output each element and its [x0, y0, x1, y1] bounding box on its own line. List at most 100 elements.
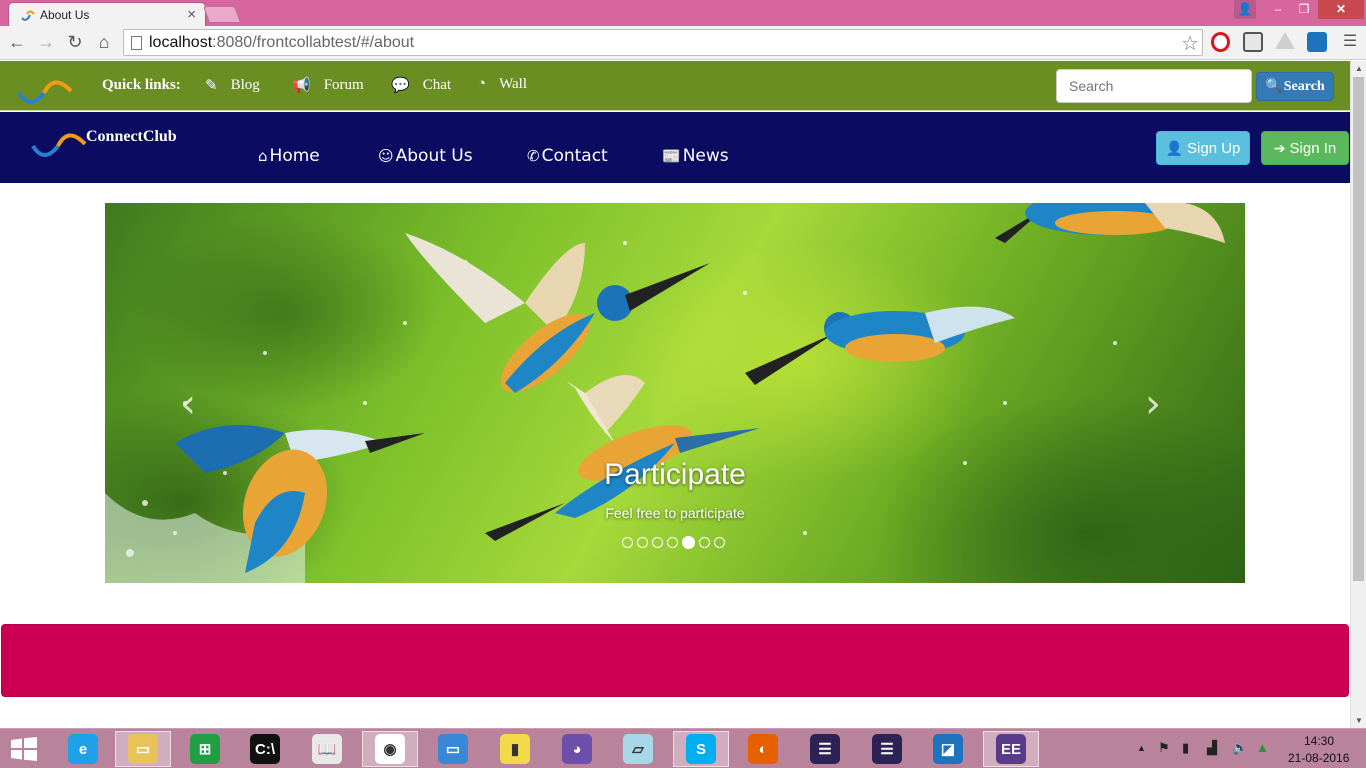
- taskbar-app-github[interactable]: ◕: [549, 731, 605, 767]
- carousel-indicator-dot[interactable]: [652, 537, 663, 548]
- taskbar-app-store[interactable]: ⊞: [177, 731, 233, 767]
- nav-home[interactable]: ⌂ Home: [258, 146, 320, 166]
- taskbar-app-dev-tool[interactable]: ◪: [920, 731, 976, 767]
- carousel-caption-title: Participate: [604, 458, 746, 491]
- tray-expand-icon[interactable]: ▲: [1137, 743, 1146, 753]
- quick-link-chat[interactable]: 💬 Chat: [391, 76, 451, 95]
- quick-link-blog[interactable]: ✎ Blog: [205, 76, 260, 95]
- maximize-icon[interactable]: ❐: [1291, 0, 1317, 19]
- site-favicon-icon: [21, 10, 35, 21]
- network-icon[interactable]: ▟: [1207, 740, 1217, 756]
- quick-link-forum[interactable]: 📢 Forum: [292, 76, 364, 95]
- drive-icon[interactable]: [1275, 32, 1295, 49]
- close-window-icon[interactable]: ✕: [1318, 0, 1364, 19]
- carousel-indicator-dot[interactable]: [637, 537, 648, 548]
- nav-about-us[interactable]: ☺ About Us: [378, 146, 473, 166]
- scrollbar-thumb[interactable]: [1353, 77, 1364, 581]
- new-tab-button[interactable]: [202, 6, 242, 23]
- sign-up-button[interactable]: 👤 Sign Up: [1156, 131, 1250, 165]
- quick-link-label: Forum: [323, 77, 364, 93]
- browser-tab-about-us[interactable]: About Us ×: [8, 2, 206, 28]
- newspaper-icon: 📰: [662, 147, 681, 165]
- brand-name: ConnectClub: [86, 128, 177, 145]
- carousel-indicator-dot[interactable]: [667, 537, 678, 548]
- taskbar-app-command-prompt[interactable]: C:\: [237, 731, 293, 767]
- forward-icon[interactable]: →: [35, 31, 57, 53]
- quick-link-label: Blog: [230, 77, 260, 93]
- sign-in-button[interactable]: ➔ Sign In: [1261, 131, 1349, 165]
- taskbar-app-firefox[interactable]: ◐: [735, 731, 791, 767]
- file-explorer-icon: ▭: [128, 734, 158, 764]
- scroll-down-icon[interactable]: ▼: [1355, 716, 1363, 725]
- quick-links-label: Quick links:: [102, 77, 181, 93]
- url-path: :8080/frontcollabtest/#/about: [212, 34, 415, 51]
- reload-icon[interactable]: ↻: [64, 31, 86, 53]
- carousel-prev-icon[interactable]: ‹: [180, 381, 196, 427]
- profile-icon[interactable]: 👤: [1234, 0, 1256, 19]
- nav-link-label: News: [682, 146, 729, 166]
- url-text[interactable]: localhost:8080/frontcollabtest/#/about: [149, 34, 414, 52]
- google-drive-icon[interactable]: ▲: [1256, 740, 1269, 755]
- taskbar-app-sql-db[interactable]: ▮: [487, 731, 543, 767]
- sign-in-label: Sign In: [1289, 139, 1337, 157]
- minimize-icon[interactable]: –: [1265, 0, 1291, 19]
- taskbar-app-eclipse[interactable]: ☰: [797, 731, 853, 767]
- volume-icon[interactable]: 🔈: [1232, 740, 1248, 756]
- taskbar-app-remote-desktop[interactable]: ▭: [425, 731, 481, 767]
- carousel-caption-text: Feel free to participate: [605, 505, 745, 521]
- menu-icon[interactable]: ☰: [1339, 31, 1361, 53]
- internet-explorer-icon: e: [68, 734, 98, 764]
- taskbar-app-eclipse-2[interactable]: ☰: [859, 731, 915, 767]
- nav-news[interactable]: 📰 News: [662, 146, 729, 166]
- brand-link[interactable]: ConnectClub: [30, 124, 177, 160]
- taskbar-app-file-explorer[interactable]: ▭: [115, 731, 171, 767]
- taskbar-app-java-ee-ide[interactable]: EE: [983, 731, 1039, 767]
- windows-start-icon[interactable]: [10, 737, 38, 761]
- carousel-indicator-dot[interactable]: [714, 537, 725, 548]
- clock-time[interactable]: 14:30: [1304, 734, 1334, 748]
- java-ee-ide-icon: EE: [996, 734, 1026, 764]
- search-button[interactable]: 🔍 Search: [1256, 72, 1334, 101]
- opera-icon[interactable]: [1211, 32, 1230, 52]
- github-icon: ◕: [562, 734, 592, 764]
- carousel-next-icon[interactable]: ›: [1145, 381, 1161, 427]
- quick-link-label: Chat: [422, 77, 452, 93]
- nav-contact[interactable]: ✆ Contact: [527, 146, 608, 166]
- bookmark-star-icon[interactable]: ☆: [1181, 31, 1199, 56]
- taskbar-app-internet-explorer[interactable]: e: [55, 731, 111, 767]
- malwarebytes-icon[interactable]: [1243, 32, 1263, 52]
- image-carousel[interactable]: ‹ › Participate Feel free to participate: [105, 203, 1245, 583]
- remote-desktop-icon: ▭: [438, 734, 468, 764]
- eclipse-icon: ☰: [810, 734, 840, 764]
- quick-link-label: Wall: [499, 76, 528, 92]
- page-icon: [131, 36, 142, 50]
- search-input[interactable]: [1056, 69, 1252, 103]
- connectclub-logo-icon: [31, 133, 87, 157]
- clock-date[interactable]: 21-08-2016: [1288, 751, 1349, 765]
- taskbar-app-notepad[interactable]: ▱: [610, 731, 666, 767]
- quick-link-wall[interactable]: ◔ Wall: [477, 76, 527, 93]
- power-icon[interactable]: ▮: [1182, 740, 1189, 756]
- taskbar-app-chrome[interactable]: ◉: [362, 731, 418, 767]
- home-icon[interactable]: ⌂: [93, 31, 115, 53]
- vertical-scrollbar[interactable]: ▲ ▼: [1350, 61, 1366, 728]
- carousel-indicator-dot[interactable]: [682, 536, 695, 549]
- scroll-up-icon[interactable]: ▲: [1355, 64, 1363, 73]
- nav-link-label: Contact: [541, 146, 608, 166]
- carousel-indicator-dot[interactable]: [699, 537, 710, 548]
- taskbar-app-reader[interactable]: 📖: [299, 731, 355, 767]
- nav-link-label: Home: [269, 146, 320, 166]
- smile-icon: ☺: [378, 147, 394, 165]
- taskbar-app-skype[interactable]: S: [673, 731, 729, 767]
- nav-link-label: About Us: [395, 146, 473, 166]
- flag-icon[interactable]: ⚑: [1158, 740, 1170, 756]
- quicklinks-logo-icon: [17, 80, 73, 104]
- search-button-label: Search: [1283, 78, 1325, 94]
- carousel-indicator-dot[interactable]: [622, 537, 633, 548]
- address-bar[interactable]: localhost:8080/frontcollabtest/#/about ☆: [123, 29, 1203, 56]
- back-icon[interactable]: ←: [6, 31, 28, 53]
- extension-icon[interactable]: [1307, 32, 1327, 52]
- tab-title: About Us: [40, 8, 90, 22]
- browser-title-bar: About Us × 👤 – ❐ ✕: [0, 0, 1366, 28]
- tab-close-icon[interactable]: ×: [187, 6, 196, 23]
